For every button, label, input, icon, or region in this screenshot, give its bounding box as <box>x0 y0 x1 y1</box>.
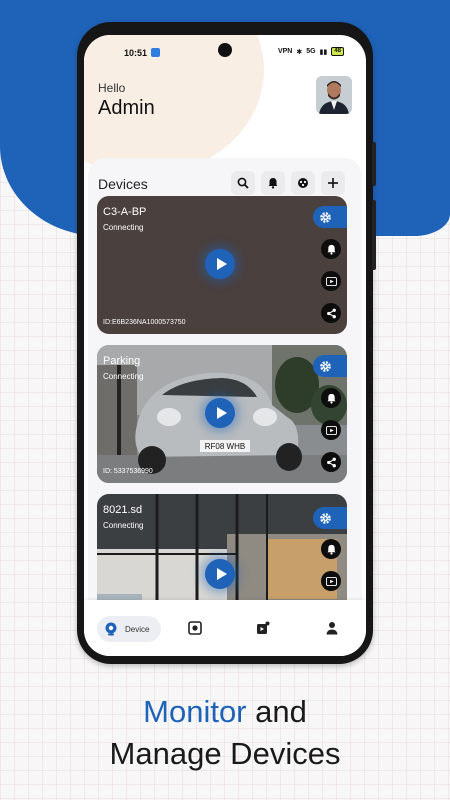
play-button[interactable] <box>205 398 235 428</box>
playback-icon <box>325 425 337 435</box>
alarm-button[interactable] <box>321 539 341 559</box>
nav-item-label: Device <box>125 624 150 634</box>
alarm-button[interactable] <box>321 239 341 259</box>
play-button[interactable] <box>205 559 235 589</box>
notification-icon <box>151 48 160 57</box>
bell-icon <box>326 393 336 404</box>
phone-frame: 10:51 VPN ✱ 5G ▮▮ 48 Hello Admin Devices… <box>77 22 376 664</box>
notifications-button[interactable] <box>261 171 285 195</box>
device-card[interactable]: C3-A-BP Connecting ID:E6B236NA1000573750 <box>97 196 347 334</box>
share-icon <box>326 457 336 467</box>
gear-icon <box>320 211 331 223</box>
device-status: Connecting <box>103 372 144 381</box>
bell-icon <box>326 544 336 555</box>
device-name: 8021.sd <box>103 504 143 516</box>
playback-button[interactable] <box>321 571 341 591</box>
device-status: Connecting <box>103 223 144 232</box>
signal-icon: ▮▮ <box>319 48 328 56</box>
caption-line-2: Manage Devices <box>109 736 341 771</box>
cloud-button[interactable] <box>291 171 315 195</box>
playback-icon <box>325 576 337 586</box>
scan-icon <box>188 621 202 635</box>
cloud-icon <box>298 178 308 188</box>
alarm-button[interactable] <box>321 388 341 408</box>
status-icons: VPN ✱ 5G ▮▮ 48 <box>278 47 344 56</box>
settings-button[interactable] <box>313 507 347 529</box>
bell-icon <box>326 244 336 255</box>
nav-item-device[interactable]: Device <box>97 616 161 642</box>
share-button[interactable] <box>321 303 341 323</box>
search-button[interactable] <box>231 171 255 195</box>
gear-icon <box>320 512 331 524</box>
nav-item-media[interactable] <box>248 618 278 638</box>
username-text: Admin <box>98 97 155 119</box>
play-icon <box>216 258 227 270</box>
bell-icon <box>268 178 278 189</box>
playback-icon <box>325 276 337 286</box>
avatar[interactable] <box>316 76 352 114</box>
gear-icon <box>320 360 331 372</box>
device-id: ID: 5337536990 <box>103 468 153 475</box>
settings-button[interactable] <box>313 206 347 228</box>
devices-title: Devices <box>98 176 148 192</box>
nav-item-scan[interactable] <box>180 618 210 638</box>
greeting-text: Hello <box>98 81 126 95</box>
person-icon <box>326 622 338 635</box>
status-time: 10:51 <box>124 48 148 58</box>
device-name: Parking <box>103 355 141 367</box>
caption-accent: Monitor <box>143 694 247 729</box>
app-screen: 10:51 VPN ✱ 5G ▮▮ 48 Hello Admin Devices… <box>84 35 366 656</box>
media-icon <box>257 621 270 634</box>
search-icon <box>237 177 249 189</box>
playback-button[interactable] <box>321 271 341 291</box>
play-icon <box>216 407 227 419</box>
battery-icon: 48 <box>331 47 344 56</box>
share-icon <box>326 308 336 318</box>
play-button[interactable] <box>205 249 235 279</box>
settings-button[interactable] <box>313 355 347 377</box>
playback-button[interactable] <box>321 420 341 440</box>
camera-icon <box>105 622 117 636</box>
bluetooth-icon: ✱ <box>296 48 303 56</box>
power-button <box>372 200 376 270</box>
device-status: Connecting <box>103 521 144 530</box>
greeting-block: Hello Admin <box>98 81 155 120</box>
device-id: ID:E6B236NA1000573750 <box>103 319 186 326</box>
vpn-label: VPN <box>277 48 293 55</box>
share-button[interactable] <box>321 452 341 472</box>
add-device-button[interactable] <box>321 171 345 195</box>
front-camera <box>218 43 232 57</box>
status-bar: 10:51 VPN ✱ 5G ▮▮ 48 <box>84 35 366 65</box>
volume-button <box>372 142 376 186</box>
svg-text:RF08 WHB: RF08 WHB <box>205 442 245 451</box>
caption-line-1: Monitor and <box>0 694 450 730</box>
nav-item-profile[interactable] <box>317 618 347 638</box>
play-icon <box>216 568 227 580</box>
plus-icon <box>328 178 338 188</box>
caption-rest: and <box>246 694 307 729</box>
signal-label: 5G <box>306 48 316 55</box>
device-card[interactable]: RF08 WHB Parking Connecting ID: 53375369… <box>97 345 347 483</box>
device-name: C3-A-BP <box>103 206 147 218</box>
bottom-navigation: Device <box>84 600 366 656</box>
